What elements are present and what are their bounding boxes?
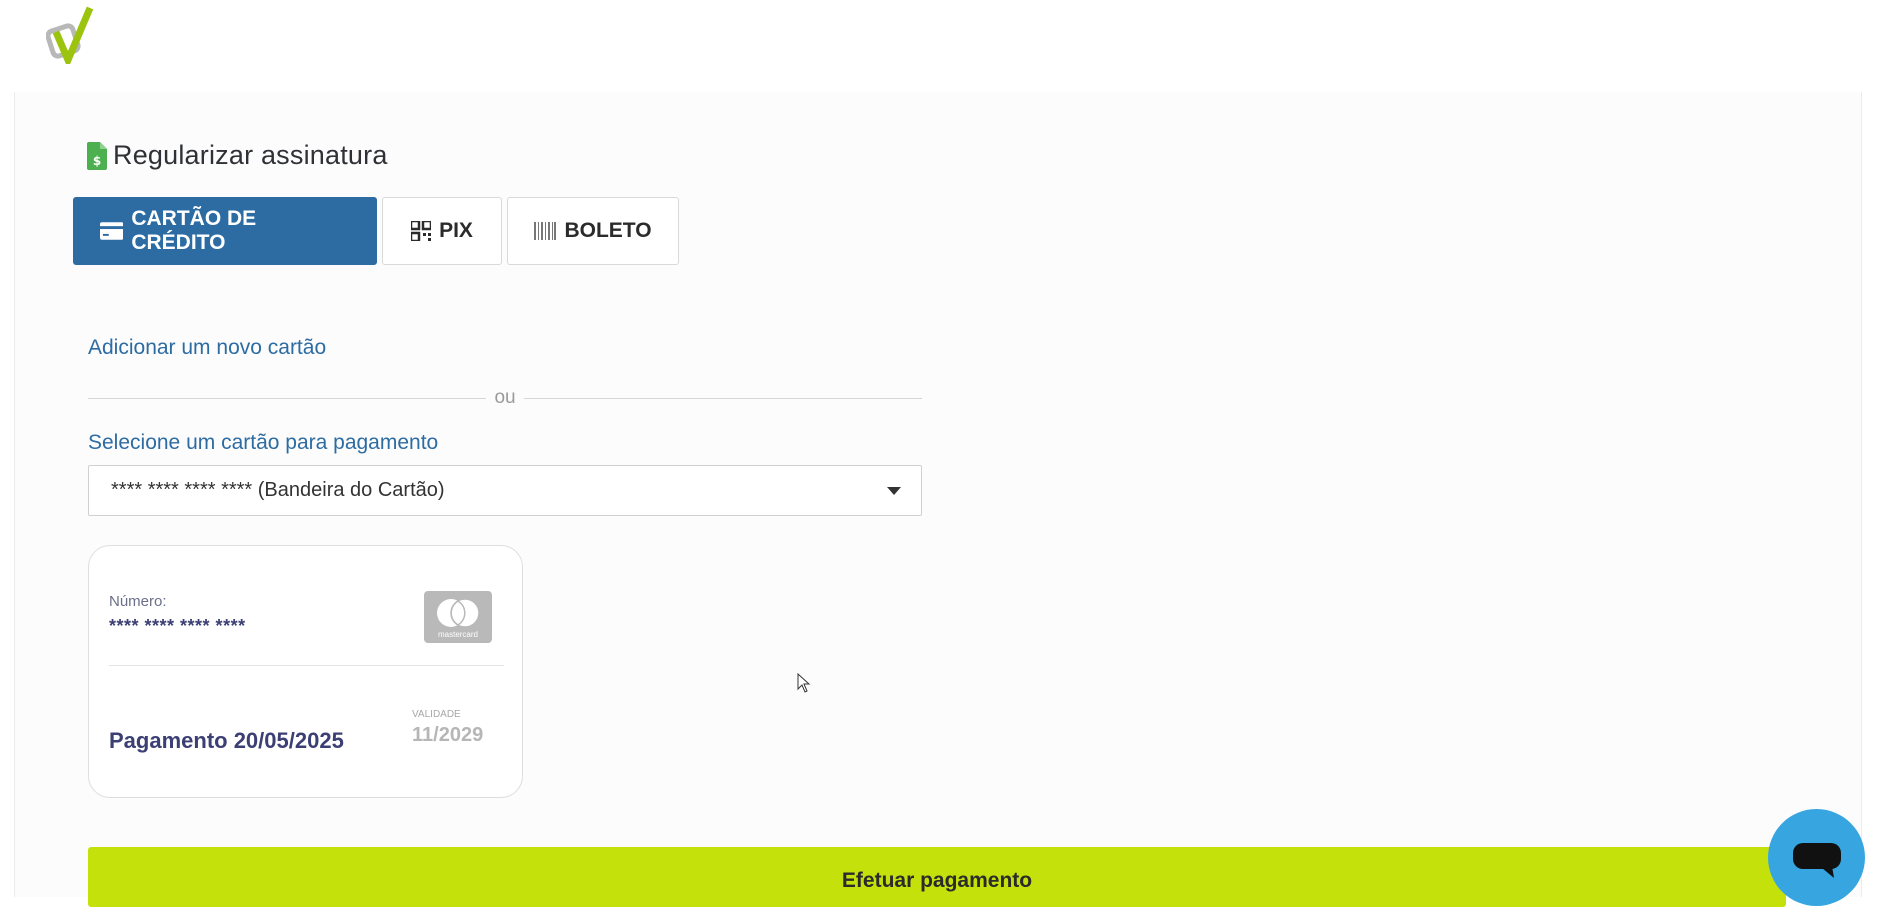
card-validity-label: VALIDADE [412, 709, 461, 720]
card-select-dropdown[interactable]: **** **** **** **** (Bandeira do Cartão) [88, 465, 922, 516]
tab-boleto-label: BOLETO [564, 219, 652, 242]
submit-payment-button[interactable]: Efetuar pagamento [88, 847, 1786, 907]
divider-line-right [523, 397, 923, 399]
card-number-label: Número: [109, 593, 167, 610]
card-separator [109, 665, 504, 666]
barcode-icon [534, 222, 557, 240]
tab-credit-card[interactable]: CARTÃO DE CRÉDITO [73, 197, 377, 265]
chat-bubble-icon [1793, 843, 1841, 878]
chat-button[interactable] [1768, 809, 1865, 906]
card-brand-text: mastercard [437, 630, 478, 639]
card-select-label: Selecione um cartão para pagamento [88, 431, 439, 454]
qrcode-icon [411, 221, 432, 241]
tab-credit-card-label: CARTÃO DE CRÉDITO [131, 207, 257, 254]
submit-payment-label: Efetuar pagamento [841, 869, 1033, 892]
page-title: $ Regularizar assinatura [87, 140, 388, 171]
card-payment-date: Pagamento 20/05/2025 [109, 728, 344, 753]
checkmark-logo-icon[interactable] [46, 6, 98, 64]
tab-pix[interactable]: PIX [382, 197, 502, 265]
card-validity-value: 11/2029 [412, 724, 484, 746]
page-title-text: Regularizar assinatura [113, 140, 388, 170]
divider-line-left [88, 397, 487, 399]
or-divider: ou [88, 386, 923, 410]
mastercard-icon: mastercard [424, 591, 492, 643]
card-select-value: **** **** **** **** (Bandeira do Cartão) [111, 479, 445, 501]
svg-text:$: $ [93, 154, 101, 168]
chevron-down-icon [887, 487, 901, 495]
tab-pix-label: PIX [439, 219, 473, 242]
payment-method-tabs: CARTÃO DE CRÉDITO PIX BOLETO [73, 197, 679, 265]
card-number-value: **** **** **** **** [109, 616, 246, 636]
saved-card[interactable]: Número: **** **** **** **** mastercard P… [88, 545, 523, 798]
credit-card-icon [100, 222, 124, 240]
mouse-cursor-icon [797, 673, 811, 693]
add-new-card-link[interactable]: Adicionar um novo cartão [88, 336, 326, 360]
invoice-dollar-icon: $ [87, 141, 107, 170]
top-bar [0, 0, 1889, 92]
divider-text: ou [494, 387, 516, 408]
tab-boleto[interactable]: BOLETO [507, 197, 679, 265]
